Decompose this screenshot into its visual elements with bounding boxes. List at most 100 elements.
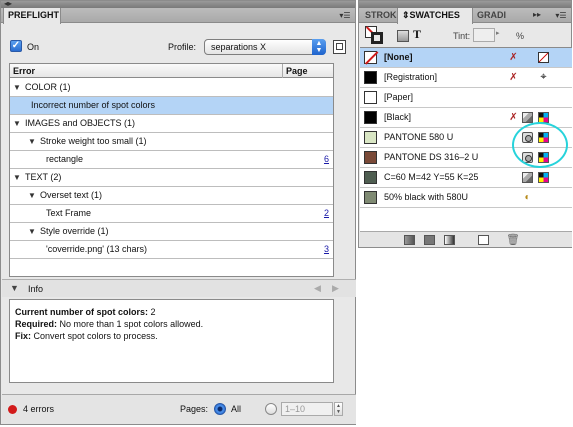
- tab-swatches-label: SWATCHES: [409, 10, 460, 20]
- row-label: rectangle: [46, 154, 84, 164]
- table-header: Error Page: [10, 64, 333, 78]
- pages-all-radio[interactable]: [214, 403, 226, 415]
- swatch-row[interactable]: [Registration] ✗ ⌖: [360, 68, 572, 88]
- fill-stroke-icon[interactable]: [365, 26, 383, 44]
- row-label: Text Frame: [46, 208, 92, 218]
- swatch-chip: [364, 171, 377, 184]
- show-all-swatches-icon[interactable]: [404, 235, 415, 245]
- disclosure-triangle-icon[interactable]: ▼: [13, 169, 21, 186]
- pages-range-radio[interactable]: [265, 403, 277, 415]
- tab-stroke[interactable]: STROK: [361, 8, 397, 23]
- table-row[interactable]: ▼ TEXT (2): [10, 169, 333, 187]
- table-row[interactable]: Incorrect number of spot colors: [10, 97, 333, 115]
- define-profiles-icon[interactable]: [333, 40, 346, 54]
- delete-swatch-icon[interactable]: 🗑: [506, 233, 520, 246]
- noedit-icon: ✗: [509, 112, 518, 123]
- swatch-chip: [364, 71, 377, 84]
- page-link[interactable]: 3: [324, 241, 329, 258]
- table-row[interactable]: ▼ Overset text (1): [10, 187, 333, 205]
- panel-menu-icon[interactable]: ▾☰: [338, 10, 352, 21]
- pages-range-field[interactable]: 1–10: [281, 402, 333, 416]
- info-section-bar: ▼ Info ◀ ▶: [2, 279, 356, 297]
- pages-label: Pages:: [180, 404, 209, 414]
- on-label: On: [27, 42, 40, 52]
- next-arrow-icon[interactable]: ▶: [332, 283, 339, 294]
- table-row[interactable]: ▼ Stroke weight too small (1): [10, 133, 333, 151]
- table-row[interactable]: ▼ IMAGES and OBJECTS (1): [10, 115, 333, 133]
- row-label: IMAGES and OBJECTS (1): [25, 118, 136, 128]
- mixed-icon: [522, 172, 533, 183]
- show-gradient-swatches-icon[interactable]: [444, 235, 455, 245]
- pages-all-label: All: [231, 404, 242, 414]
- info-box: Current number of spot colors: 2 Require…: [9, 299, 334, 383]
- panel-titlebar[interactable]: ◂▸: [1, 0, 355, 8]
- expand-icon[interactable]: ▸▸: [533, 10, 541, 19]
- text-icon[interactable]: T: [413, 27, 421, 42]
- swatch-row[interactable]: 50% black with 580U ◐: [360, 188, 572, 208]
- table-row[interactable]: 'coverride.png' (13 chars) 3: [10, 241, 333, 259]
- prev-arrow-icon[interactable]: ◀: [314, 283, 321, 294]
- highlight-circle: [512, 122, 568, 168]
- show-color-swatches-icon[interactable]: [424, 235, 435, 245]
- tint-arrow-icon[interactable]: ▸: [496, 29, 500, 37]
- none-icon: [538, 52, 549, 63]
- container-icon[interactable]: [397, 30, 409, 42]
- swatch-name: PANTONE DS 316–2 U: [384, 152, 479, 162]
- panel-titlebar[interactable]: [359, 1, 571, 8]
- page-link[interactable]: 6: [324, 151, 329, 168]
- info-toggle-icon[interactable]: ▼: [10, 283, 19, 293]
- tint-field[interactable]: [473, 28, 495, 42]
- cmyk-icon: [538, 172, 549, 183]
- disclosure-triangle-icon[interactable]: ▼: [28, 187, 36, 204]
- disclosure-triangle-icon[interactable]: ▼: [13, 115, 21, 132]
- disclosure-triangle-icon[interactable]: ▼: [13, 79, 21, 96]
- row-label: 'coverride.png' (13 chars): [46, 244, 147, 254]
- row-label: COLOR (1): [25, 82, 71, 92]
- swatches-tabbar: STROK ⇕SWATCHES GRADI ▸▸ ▾☰: [359, 8, 571, 24]
- table-row[interactable]: Text Frame 2: [10, 205, 333, 223]
- swatch-name: [None]: [384, 52, 413, 62]
- table-row[interactable]: ▼ Style override (1): [10, 223, 333, 241]
- disclosure-triangle-icon[interactable]: ▼: [28, 223, 36, 240]
- percent-label: %: [516, 31, 525, 41]
- swatch-name: 50% black with 580U: [384, 192, 469, 202]
- swatch-name: [Black]: [384, 112, 412, 122]
- tint-label: Tint:: [453, 31, 471, 41]
- swatch-name: [Registration]: [384, 72, 438, 82]
- page-link[interactable]: 2: [324, 205, 329, 222]
- noedit-icon: ✗: [509, 52, 518, 63]
- noedit-icon: ✗: [509, 72, 518, 83]
- collapse-icon[interactable]: ◂▸: [4, 0, 12, 8]
- row-label: TEXT (2): [25, 172, 62, 182]
- info-line-3: Fix: Convert spot colors to process.: [15, 331, 158, 341]
- pages-range-stepper[interactable]: ▲ ▼: [334, 402, 343, 416]
- tab-preflight[interactable]: PREFLIGHT: [3, 8, 61, 24]
- on-checkbox[interactable]: ✓: [10, 40, 22, 52]
- panel-menu-icon[interactable]: ▾☰: [554, 10, 568, 21]
- profile-label: Profile:: [168, 42, 197, 52]
- error-table: Error Page ▼ COLOR (1) Incorrect number of…: [9, 63, 334, 277]
- profile-select[interactable]: separations X ▲ ▼: [204, 39, 326, 55]
- mixed-icon: [522, 112, 533, 123]
- tab-gradient[interactable]: GRADI: [473, 8, 509, 23]
- new-swatch-icon[interactable]: [478, 235, 489, 245]
- row-label: Stroke weight too small (1): [40, 136, 147, 146]
- column-error[interactable]: Error: [13, 64, 35, 78]
- swatch-row[interactable]: [None] ✗: [360, 48, 572, 68]
- table-row[interactable]: rectangle 6: [10, 151, 333, 169]
- table-row[interactable]: ▼ COLOR (1): [10, 79, 333, 97]
- info-line-1: Current number of spot colors: 2: [15, 307, 156, 317]
- error-count: 4 errors: [23, 404, 55, 414]
- swatch-chip: [364, 91, 377, 104]
- info-label: Info: [28, 284, 44, 294]
- preflight-tabbar: PREFLIGHT ▾☰: [1, 8, 355, 24]
- swatch-name: PANTONE 580 U: [384, 132, 454, 142]
- swatch-row[interactable]: [Paper]: [360, 88, 572, 108]
- swatches-footer: 🗑: [360, 231, 572, 247]
- tab-swatches[interactable]: ⇕SWATCHES: [397, 8, 473, 24]
- disclosure-triangle-icon[interactable]: ▼: [28, 133, 36, 150]
- swatch-chip: [364, 131, 377, 144]
- column-page[interactable]: Page: [282, 64, 334, 78]
- swatch-row[interactable]: C=60 M=42 Y=55 K=25: [360, 168, 572, 188]
- row-label: Incorrect number of spot colors: [31, 100, 156, 110]
